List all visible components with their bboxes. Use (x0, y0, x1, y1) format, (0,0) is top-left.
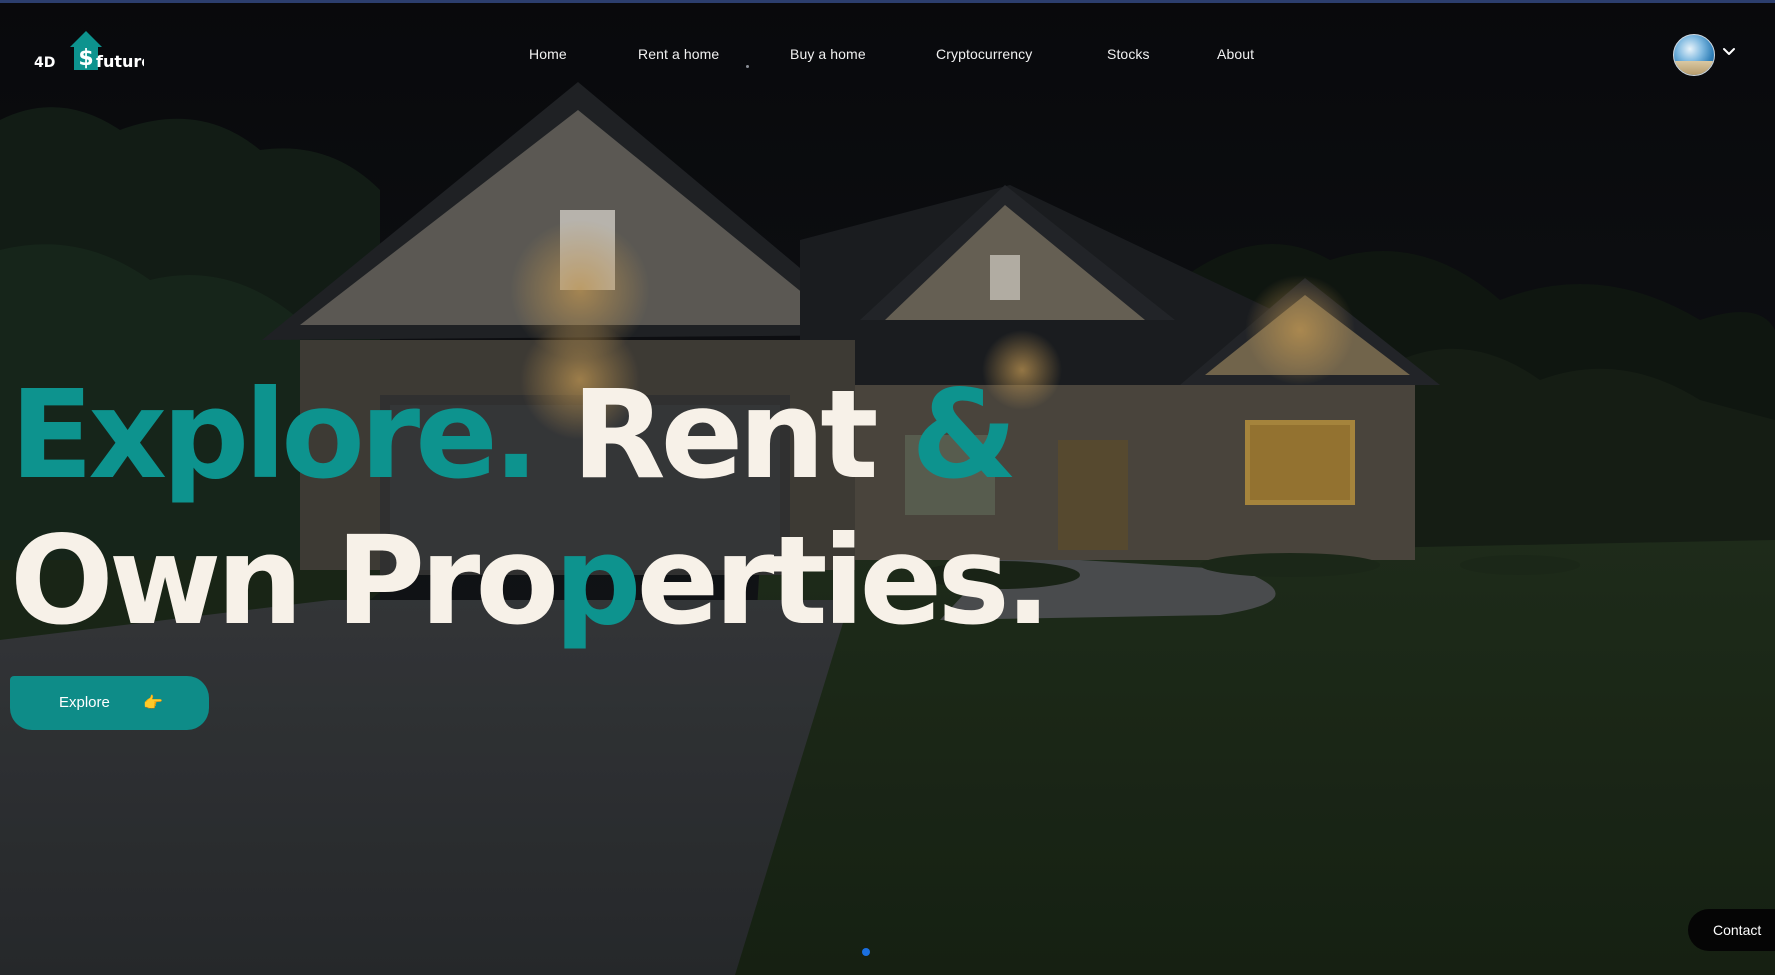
explore-button[interactable]: Explore 👉 (10, 676, 209, 730)
contact-button-label: Contact (1713, 922, 1762, 938)
explore-button-label: Explore (59, 694, 110, 711)
hero-word-rent: Rent (571, 364, 879, 506)
site-header: $ 4D future Home Rent a home Buy a home … (0, 3, 1775, 103)
nav-hover-indicator (746, 65, 749, 68)
nav-about[interactable]: About (1217, 46, 1254, 62)
hero-letter-p: p (554, 510, 641, 652)
contact-button[interactable]: Contact (1688, 909, 1775, 951)
main-nav: Home Rent a home Buy a home Cryptocurren… (0, 46, 1775, 70)
nav-rent-a-home[interactable]: Rent a home (638, 46, 719, 62)
nav-home[interactable]: Home (529, 46, 567, 62)
hero-word-explore: Explore. (10, 364, 539, 506)
nav-buy-a-home[interactable]: Buy a home (790, 46, 866, 62)
hero-word-own-pro: Own Pro (10, 510, 559, 652)
nav-cryptocurrency[interactable]: Cryptocurrency (936, 46, 1032, 62)
pointing-hand-icon: 👉 (143, 695, 163, 712)
hero-headline-line-2: Own Properties. (10, 520, 1051, 642)
hero-word-erties: erties. (636, 510, 1052, 652)
hero-headline-line-1: Explore. Rent & (10, 374, 1018, 496)
nav-stocks[interactable]: Stocks (1107, 46, 1150, 62)
landing-page: $ 4D future Home Rent a home Buy a home … (0, 0, 1775, 975)
hero-ampersand: & (911, 364, 1017, 506)
chevron-down-icon[interactable] (1722, 47, 1736, 57)
user-avatar[interactable] (1673, 34, 1715, 76)
carousel-indicator-active[interactable] (862, 948, 870, 956)
